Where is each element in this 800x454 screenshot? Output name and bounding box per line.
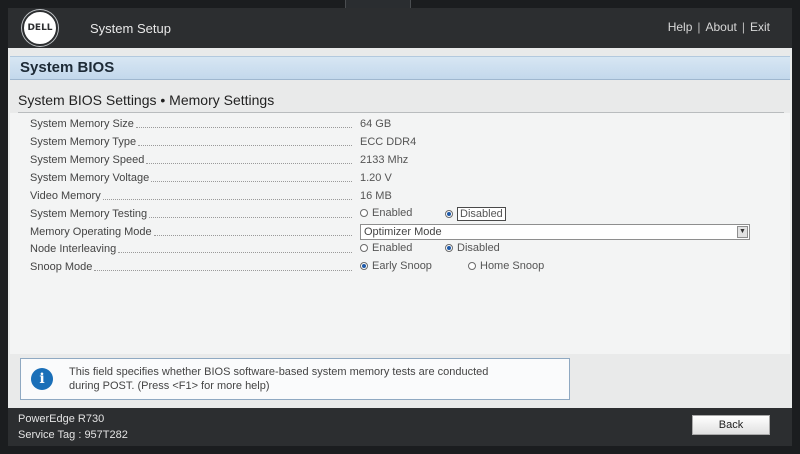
setting-label-text: System Memory Speed xyxy=(30,154,145,166)
setting-row-operating-mode: Memory Operating Mode Optimizer Mode ▼ xyxy=(30,224,760,242)
setting-label-text: Node Interleaving xyxy=(30,243,117,255)
node-interleaving-enabled-radio[interactable]: Enabled xyxy=(360,242,412,254)
memory-testing-enabled-radio[interactable]: Enabled xyxy=(360,207,412,219)
link-separator: | xyxy=(697,20,701,34)
back-button[interactable]: Back xyxy=(692,415,770,435)
setting-row-memory-size: System Memory Size 64 GB xyxy=(30,116,760,134)
header-links: Help | About | Exit xyxy=(668,20,770,34)
setting-label-text: System Memory Type xyxy=(30,136,137,148)
setting-row-video-memory: Video Memory 16 MB xyxy=(30,188,760,206)
setting-row-memory-testing: System Memory Testing Enabled Disabled xyxy=(30,206,760,224)
app-title: System Setup xyxy=(90,20,171,36)
setting-label: System Memory Size xyxy=(30,118,352,130)
top-header: DELL System Setup Help | About | Exit xyxy=(8,8,792,48)
radio-label: Early Snoop xyxy=(372,260,432,272)
radio-label: Home Snoop xyxy=(480,260,545,272)
exit-link[interactable]: Exit xyxy=(750,20,770,34)
setting-label: Memory Operating Mode xyxy=(30,226,352,238)
operating-mode-select[interactable]: Optimizer Mode ▼ xyxy=(360,224,750,240)
setting-label: System Memory Speed xyxy=(30,154,352,166)
title-divider xyxy=(18,112,784,113)
snoop-mode-early-radio[interactable]: Early Snoop xyxy=(360,260,432,272)
setting-label: System Memory Voltage xyxy=(30,172,352,184)
setting-value: ECC DDR4 xyxy=(360,136,417,148)
dot-leader xyxy=(149,210,352,218)
bios-screen: DELL System Setup Help | About | Exit System… xyxy=(8,8,792,446)
help-link[interactable]: Help xyxy=(668,20,693,34)
dot-leader xyxy=(135,120,352,128)
help-text: This field specifies whether BIOS softwa… xyxy=(69,365,569,393)
setting-label-text: Snoop Mode xyxy=(30,261,93,273)
dropdown-arrow-icon[interactable]: ▼ xyxy=(737,226,748,238)
help-box: i This field specifies whether BIOS soft… xyxy=(20,358,570,400)
radio-circle xyxy=(468,262,476,270)
setting-label: Video Memory xyxy=(30,190,352,202)
info-icon: i xyxy=(31,368,53,390)
service-tag: Service Tag : 957T282 xyxy=(18,429,128,441)
setting-value: 1.20 V xyxy=(360,172,392,184)
setting-value: 64 GB xyxy=(360,118,392,130)
dot-leader xyxy=(138,138,352,146)
setting-row-memory-speed: System Memory Speed 2133 Mhz xyxy=(30,152,760,170)
setting-label-text: Memory Operating Mode xyxy=(30,226,152,238)
radio-label: Enabled xyxy=(372,207,413,219)
setting-row-memory-voltage: System Memory Voltage 1.20 V xyxy=(30,170,760,188)
setting-value: 2133 Mhz xyxy=(360,154,409,166)
dot-leader xyxy=(102,192,352,200)
help-text-line: during POST. (Press <F1> for more help) xyxy=(69,380,270,392)
setting-label-text: System Memory Testing xyxy=(30,208,148,220)
radio-label: Disabled xyxy=(457,242,500,254)
footer-bar: PowerEdge R730 Service Tag : 957T282 Bac… xyxy=(8,408,792,446)
dot-leader xyxy=(94,263,352,271)
help-text-line: This field specifies whether BIOS softwa… xyxy=(69,366,489,378)
dot-leader xyxy=(153,228,352,236)
radio-label: Disabled xyxy=(457,207,506,221)
radio-circle-selected xyxy=(445,210,453,218)
setting-label-text: System Memory Size xyxy=(30,118,134,130)
radio-circle-selected xyxy=(360,262,368,270)
snoop-mode-home-radio[interactable]: Home Snoop xyxy=(468,260,544,272)
setting-label: System Memory Type xyxy=(30,136,352,148)
node-interleaving-disabled-radio[interactable]: Disabled xyxy=(445,242,500,254)
setting-label: Node Interleaving xyxy=(30,243,352,255)
page-title: System BIOS Settings • Memory Settings xyxy=(18,92,275,108)
setting-label-text: Video Memory xyxy=(30,190,101,202)
memory-testing-disabled-radio[interactable]: Disabled xyxy=(445,207,506,221)
system-model: PowerEdge R730 xyxy=(18,413,105,425)
link-separator: | xyxy=(741,20,745,34)
dell-logo: DELL xyxy=(22,10,58,46)
select-value: Optimizer Mode xyxy=(364,226,442,238)
dot-leader xyxy=(118,245,352,253)
dot-leader xyxy=(151,174,352,182)
about-link[interactable]: About xyxy=(706,20,737,34)
radio-label: Enabled xyxy=(372,242,413,254)
section-title-bar: System BIOS xyxy=(10,56,790,80)
setting-row-memory-type: System Memory Type ECC DDR4 xyxy=(30,134,760,152)
radio-circle xyxy=(360,209,368,217)
setting-row-snoop-mode: Snoop Mode Early Snoop Home Snoop xyxy=(30,259,760,277)
setting-label-text: System Memory Voltage xyxy=(30,172,150,184)
setting-label: Snoop Mode xyxy=(30,261,352,273)
setting-label: System Memory Testing xyxy=(30,208,352,220)
dot-leader xyxy=(146,156,352,164)
setting-value: 16 MB xyxy=(360,190,392,202)
radio-circle-selected xyxy=(445,244,453,252)
radio-circle xyxy=(360,244,368,252)
setting-row-node-interleaving: Node Interleaving Enabled Disabled xyxy=(30,241,760,259)
